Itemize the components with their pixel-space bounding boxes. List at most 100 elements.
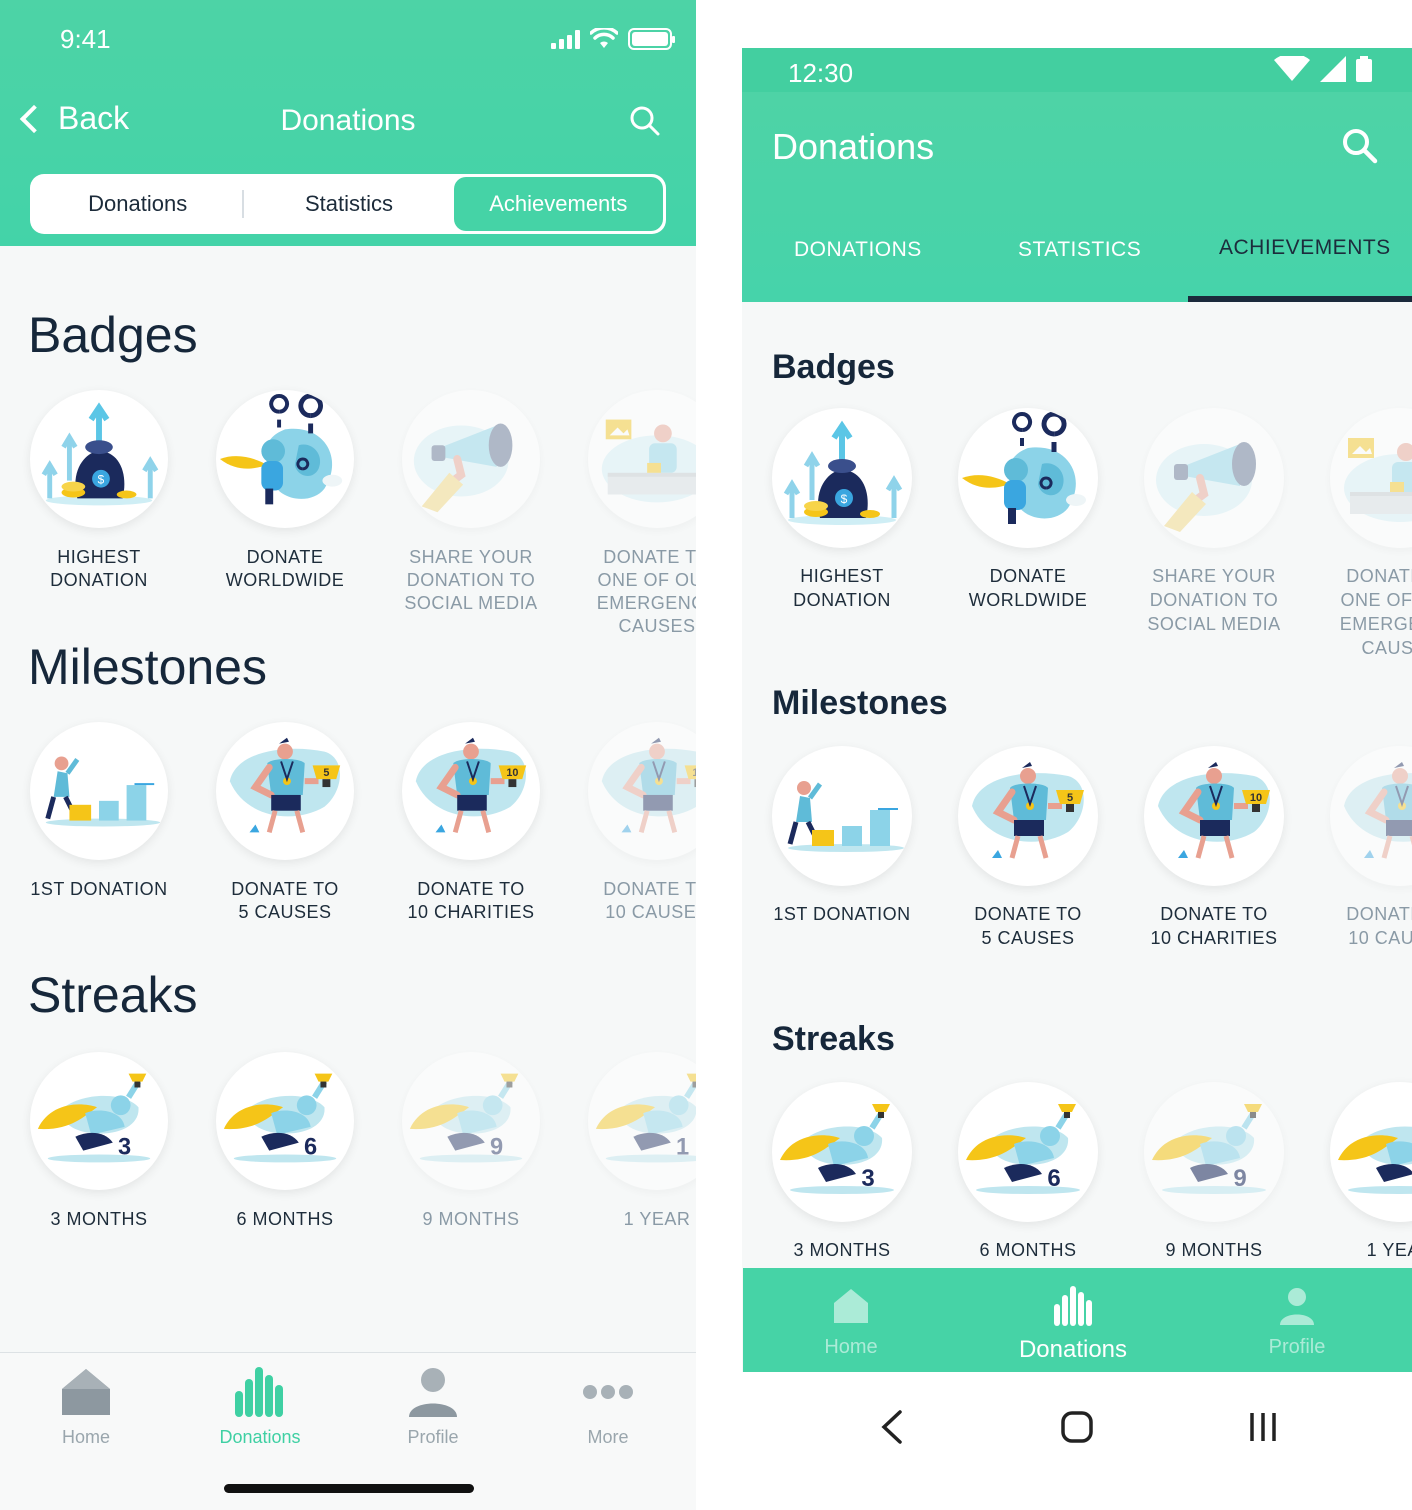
bar-chart-icon [993,1282,1153,1330]
milestone-item-illustration: 10 [1144,746,1284,886]
tab-achievements[interactable]: ACHIEVEMENTS [1219,236,1391,260]
tab-label: Home [61,1427,110,1447]
home-nav-icon[interactable] [1052,1402,1102,1452]
tab-label: Profile [407,1427,459,1447]
badge-item-label: DONATE TO ONE OF OUR EMERGENCY CAUSES [596,547,696,636]
streak-item-illustration: 3 [772,1082,912,1222]
milestone-item-illustration: 10 [402,722,540,860]
milestone-item-label: 1ST DONATION [773,904,911,924]
nav-home[interactable]: Home [771,1282,931,1359]
milestone-item-3[interactable]: 10 DONATE TO 10 CHARITIES [1124,746,1304,950]
page-title: Donations [280,104,416,137]
milestone-item-2[interactable]: 5 DONATE TO 5 CAUSES [195,722,375,924]
streak-item-1[interactable]: 3 3 MONTHS [752,1082,932,1262]
tab-donations[interactable]: Donations [200,1365,320,1448]
recents-nav-icon[interactable] [1238,1402,1288,1452]
nav-donations[interactable]: Donations [993,1282,1153,1364]
section-title-streaks: Streaks [28,967,198,1023]
segment-statistics[interactable]: Statistics [244,177,453,231]
badge-item-1[interactable]: $ HIGHEST DONATION [752,408,932,612]
svg-text:6: 6 [304,1135,317,1161]
tab-label: Donations [219,1427,301,1447]
section-title-milestones: Milestones [772,684,948,722]
nav-label: Profile [1268,1336,1326,1358]
streak-item-label: 3 MONTHS [50,1209,148,1229]
svg-text:10: 10 [1250,792,1262,804]
milestone-item-illustration: 10 [1330,746,1412,886]
segment-achievements[interactable]: Achievements [453,177,663,231]
badge-item-2[interactable]: DONATE WORLDWIDE [938,408,1118,612]
badge-item-2[interactable]: DONATE WORLDWIDE [195,390,375,592]
streak-item-label: 6 MONTHS [979,1240,1077,1260]
section-title-milestones: Milestones [28,639,267,695]
badge-item-3[interactable]: SHARE YOUR DONATION TO SOCIAL MEDIA [381,390,561,615]
tab-more[interactable]: More [548,1365,668,1448]
wifi-icon [1274,56,1310,81]
tab-profile[interactable]: Profile [373,1365,493,1448]
search-icon[interactable] [630,106,660,136]
svg-text:6: 6 [1047,1165,1060,1192]
milestone-item-1[interactable]: 1ST DONATION [752,746,932,926]
section-title-badges: Badges [772,348,895,386]
badge-item-3[interactable]: SHARE YOUR DONATION TO SOCIAL MEDIA [1124,408,1304,636]
tab-label: More [587,1427,629,1447]
milestone-item-2[interactable]: 5 DONATE TO 5 CAUSES [938,746,1118,950]
badge-item-4[interactable]: DONATE TO ONE OF OUR EMERGENCY CAUSES [567,390,696,638]
milestone-item-illustration [30,722,168,860]
status-icons [1274,56,1372,82]
badge-item-1[interactable]: $ HIGHEST DONATION [9,390,189,592]
status-time: 9:41 [60,24,111,54]
streak-item-illustration: 9 [1144,1082,1284,1222]
milestone-item-4[interactable]: 10 DONATE TO 10 CAUSES [567,722,696,924]
milestone-item-label: DONATE TO 10 CHARITIES [407,879,535,922]
svg-text:$: $ [841,492,848,506]
streak-item-4[interactable]: 1 1 YEAR [1310,1082,1412,1262]
svg-text:9: 9 [1233,1165,1246,1192]
search-icon[interactable] [1342,128,1378,164]
badge-item-illustration [1330,408,1412,548]
milestone-item-label: DONATE TO 5 CAUSES [231,879,339,922]
tab-statistics[interactable]: STATISTICS [1018,238,1141,262]
home-icon [26,1365,146,1419]
more-dots-icon [548,1365,668,1419]
tab-donations[interactable]: DONATIONS [794,238,922,262]
milestone-item-label: DONATE TO 10 CHARITIES [1150,904,1278,948]
streak-item-illustration: 1 [1330,1082,1412,1222]
nav-label: Donations [1018,1336,1128,1363]
tab-home[interactable]: Home [26,1365,146,1448]
nav-profile[interactable]: Profile [1217,1282,1377,1359]
streak-item-3[interactable]: 9 9 MONTHS [381,1052,561,1231]
svg-text:9: 9 [490,1135,503,1161]
streak-item-label: 9 MONTHS [1165,1240,1263,1260]
bottom-navigation: Home Donations Profile [743,1268,1412,1372]
milestone-item-label: DONATE TO 10 CAUSES [1346,904,1412,948]
section-title-streaks: Streaks [772,1020,895,1058]
badge-item-illustration [402,390,540,528]
home-indicator[interactable] [224,1484,474,1493]
streak-item-4[interactable]: 1 1 YEAR [567,1052,696,1231]
streak-item-3[interactable]: 9 9 MONTHS [1124,1082,1304,1262]
streak-item-illustration: 6 [216,1052,354,1190]
bar-chart-icon [200,1365,320,1419]
milestone-item-illustration: 5 [958,746,1098,886]
system-navigation-bar [742,1372,1412,1510]
streak-item-2[interactable]: 6 6 MONTHS [195,1052,375,1231]
milestone-item-label: DONATE TO 5 CAUSES [974,904,1082,948]
section-title-badges: Badges [28,307,198,363]
milestone-item-4[interactable]: 10 DONATE TO 10 CAUSES [1310,746,1412,950]
segment-donations[interactable]: Donations [33,177,242,231]
milestone-item-3[interactable]: 10 DONATE TO 10 CHARITIES [381,722,561,924]
svg-text:5: 5 [323,767,329,779]
streak-item-label: 1 YEAR [1366,1240,1412,1260]
back-nav-icon[interactable] [866,1402,916,1452]
milestone-item-1[interactable]: 1ST DONATION [9,722,189,901]
streak-item-1[interactable]: 3 3 MONTHS [9,1052,189,1231]
status-icons [551,28,675,50]
badge-item-label: HIGHEST DONATION [50,547,148,590]
streak-item-illustration: 6 [958,1082,1098,1222]
milestone-item-illustration: 10 [588,722,696,860]
streak-item-2[interactable]: 6 6 MONTHS [938,1082,1118,1262]
badge-item-4[interactable]: DONATE TO ONE OF OUR EMERGENCY CAUSES [1310,408,1412,660]
streak-item-label: 6 MONTHS [236,1209,334,1229]
android-app-bar: Donations DONATIONS STATISTICS ACHIEVEME… [742,92,1412,302]
